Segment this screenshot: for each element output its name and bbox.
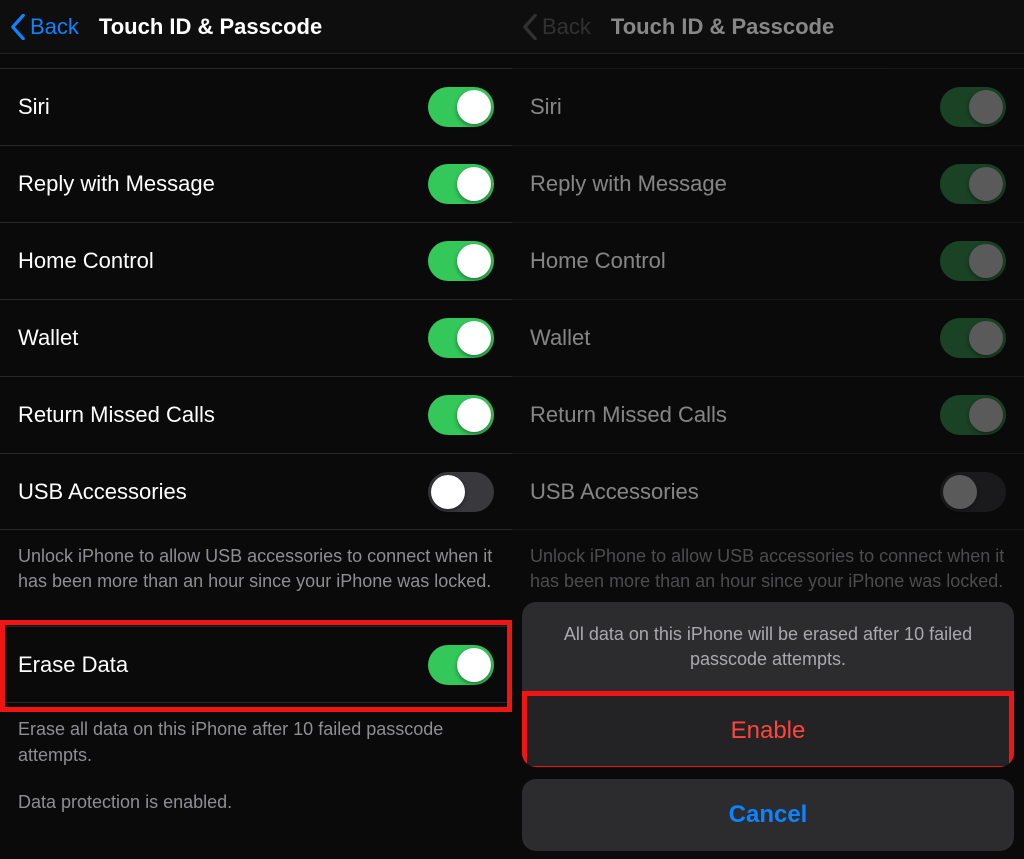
row-missed: Return Missed Calls [512, 376, 1024, 453]
row-label: Return Missed Calls [530, 402, 727, 428]
chevron-left-icon [522, 14, 538, 40]
row-wallet: Wallet [512, 299, 1024, 376]
row-label: Home Control [530, 248, 666, 274]
row-label: USB Accessories [18, 479, 187, 505]
erase-hint: Erase all data on this iPhone after 10 f… [0, 703, 512, 769]
toggle-erase[interactable] [428, 645, 494, 685]
sheet-message: All data on this iPhone will be erased a… [522, 602, 1014, 695]
cancel-button[interactable]: Cancel [522, 779, 1014, 851]
row-siri: Siri [512, 68, 1024, 145]
page-title: Touch ID & Passcode [99, 14, 322, 40]
toggle-reply [940, 164, 1006, 204]
row-home: Home Control [512, 222, 1024, 299]
toggle-usb [940, 472, 1006, 512]
navbar: Back Touch ID & Passcode [512, 0, 1024, 54]
toggle-knob [457, 244, 491, 278]
toggle-siri[interactable] [428, 87, 494, 127]
action-sheet: All data on this iPhone will be erased a… [522, 602, 1014, 851]
toggle-knob [457, 90, 491, 124]
protection-hint: Data protection is enabled. [0, 770, 512, 817]
row-label: Return Missed Calls [18, 402, 215, 428]
back-button[interactable]: Back [10, 14, 79, 40]
erase-block: Erase Data [0, 626, 512, 703]
row-label: Reply with Message [530, 171, 727, 197]
settings-list: Siri Reply with Message Home Control Wal… [0, 68, 512, 530]
row-missed[interactable]: Return Missed Calls [0, 376, 512, 453]
usb-hint: Unlock iPhone to allow USB accessories t… [512, 530, 1024, 596]
row-label: Siri [530, 94, 562, 120]
navbar: Back Touch ID & Passcode [0, 0, 512, 54]
back-button: Back [522, 14, 591, 40]
row-wallet[interactable]: Wallet [0, 299, 512, 376]
toggle-knob [969, 167, 1003, 201]
toggle-knob [969, 244, 1003, 278]
row-erase[interactable]: Erase Data [0, 626, 512, 703]
settings-pane-left: Back Touch ID & Passcode Siri Reply with… [0, 0, 512, 859]
toggle-knob [431, 475, 465, 509]
cancel-label: Cancel [729, 801, 808, 828]
row-label: Wallet [530, 325, 590, 351]
toggle-home [940, 241, 1006, 281]
row-reply[interactable]: Reply with Message [0, 145, 512, 222]
row-label: Reply with Message [18, 171, 215, 197]
toggle-missed [940, 395, 1006, 435]
row-usb[interactable]: USB Accessories [0, 453, 512, 530]
toggle-usb[interactable] [428, 472, 494, 512]
row-label: Siri [18, 94, 50, 120]
toggle-home[interactable] [428, 241, 494, 281]
toggle-knob [969, 398, 1003, 432]
settings-pane-right: Back Touch ID & Passcode Siri Reply with… [512, 0, 1024, 859]
chevron-left-icon [10, 14, 26, 40]
row-siri[interactable]: Siri [0, 68, 512, 145]
row-label: Erase Data [18, 652, 128, 678]
toggle-knob [969, 321, 1003, 355]
row-label: Home Control [18, 248, 154, 274]
toggle-knob [943, 475, 977, 509]
settings-list: Siri Reply with Message Home Control Wal… [512, 68, 1024, 530]
toggle-reply[interactable] [428, 164, 494, 204]
row-home[interactable]: Home Control [0, 222, 512, 299]
row-usb: USB Accessories [512, 453, 1024, 530]
row-reply: Reply with Message [512, 145, 1024, 222]
enable-label: Enable [731, 717, 806, 744]
row-label: Wallet [18, 325, 78, 351]
toggle-wallet[interactable] [428, 318, 494, 358]
action-sheet-cancel-wrap: Cancel [522, 779, 1014, 851]
back-label: Back [542, 14, 591, 40]
toggle-knob [457, 321, 491, 355]
row-label: USB Accessories [530, 479, 699, 505]
action-sheet-top: All data on this iPhone will be erased a… [522, 602, 1014, 767]
back-label: Back [30, 14, 79, 40]
toggle-wallet [940, 318, 1006, 358]
toggle-siri [940, 87, 1006, 127]
usb-hint: Unlock iPhone to allow USB accessories t… [0, 530, 512, 596]
toggle-knob [457, 648, 491, 682]
enable-button[interactable]: Enable [522, 695, 1014, 767]
page-title: Touch ID & Passcode [611, 14, 834, 40]
toggle-knob [457, 167, 491, 201]
toggle-missed[interactable] [428, 395, 494, 435]
toggle-knob [457, 398, 491, 432]
toggle-knob [969, 90, 1003, 124]
